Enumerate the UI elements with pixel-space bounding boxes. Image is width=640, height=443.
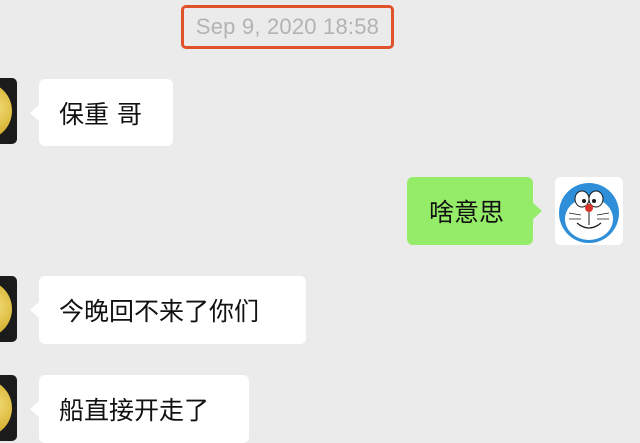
incoming-message-bubble[interactable]: 今晚回不来了你们 <box>30 276 306 344</box>
contact-avatar[interactable] <box>0 78 17 144</box>
contact-avatar[interactable] <box>0 276 17 342</box>
contact-avatar[interactable] <box>0 375 17 441</box>
timestamp-highlight: Sep 9, 2020 18:58 <box>181 5 394 49</box>
incoming-message-bubble[interactable]: 船直接开走了 <box>30 375 249 443</box>
gold-coin-icon <box>0 82 12 140</box>
my-avatar[interactable] <box>555 177 623 245</box>
message-text: 今晚回不来了你们 <box>59 297 260 326</box>
gold-coin-icon <box>0 379 12 437</box>
doraemon-icon <box>559 183 619 243</box>
incoming-message-bubble[interactable]: 保重 哥 <box>30 79 173 146</box>
outgoing-message-bubble[interactable]: 啥意思 <box>407 177 542 245</box>
message-text: 保重 哥 <box>59 99 142 129</box>
message-text: 船直接开走了 <box>59 396 210 425</box>
gold-coin-icon <box>0 280 12 338</box>
message-timestamp: Sep 9, 2020 18:58 <box>195 14 380 39</box>
message-text: 啥意思 <box>429 198 505 227</box>
